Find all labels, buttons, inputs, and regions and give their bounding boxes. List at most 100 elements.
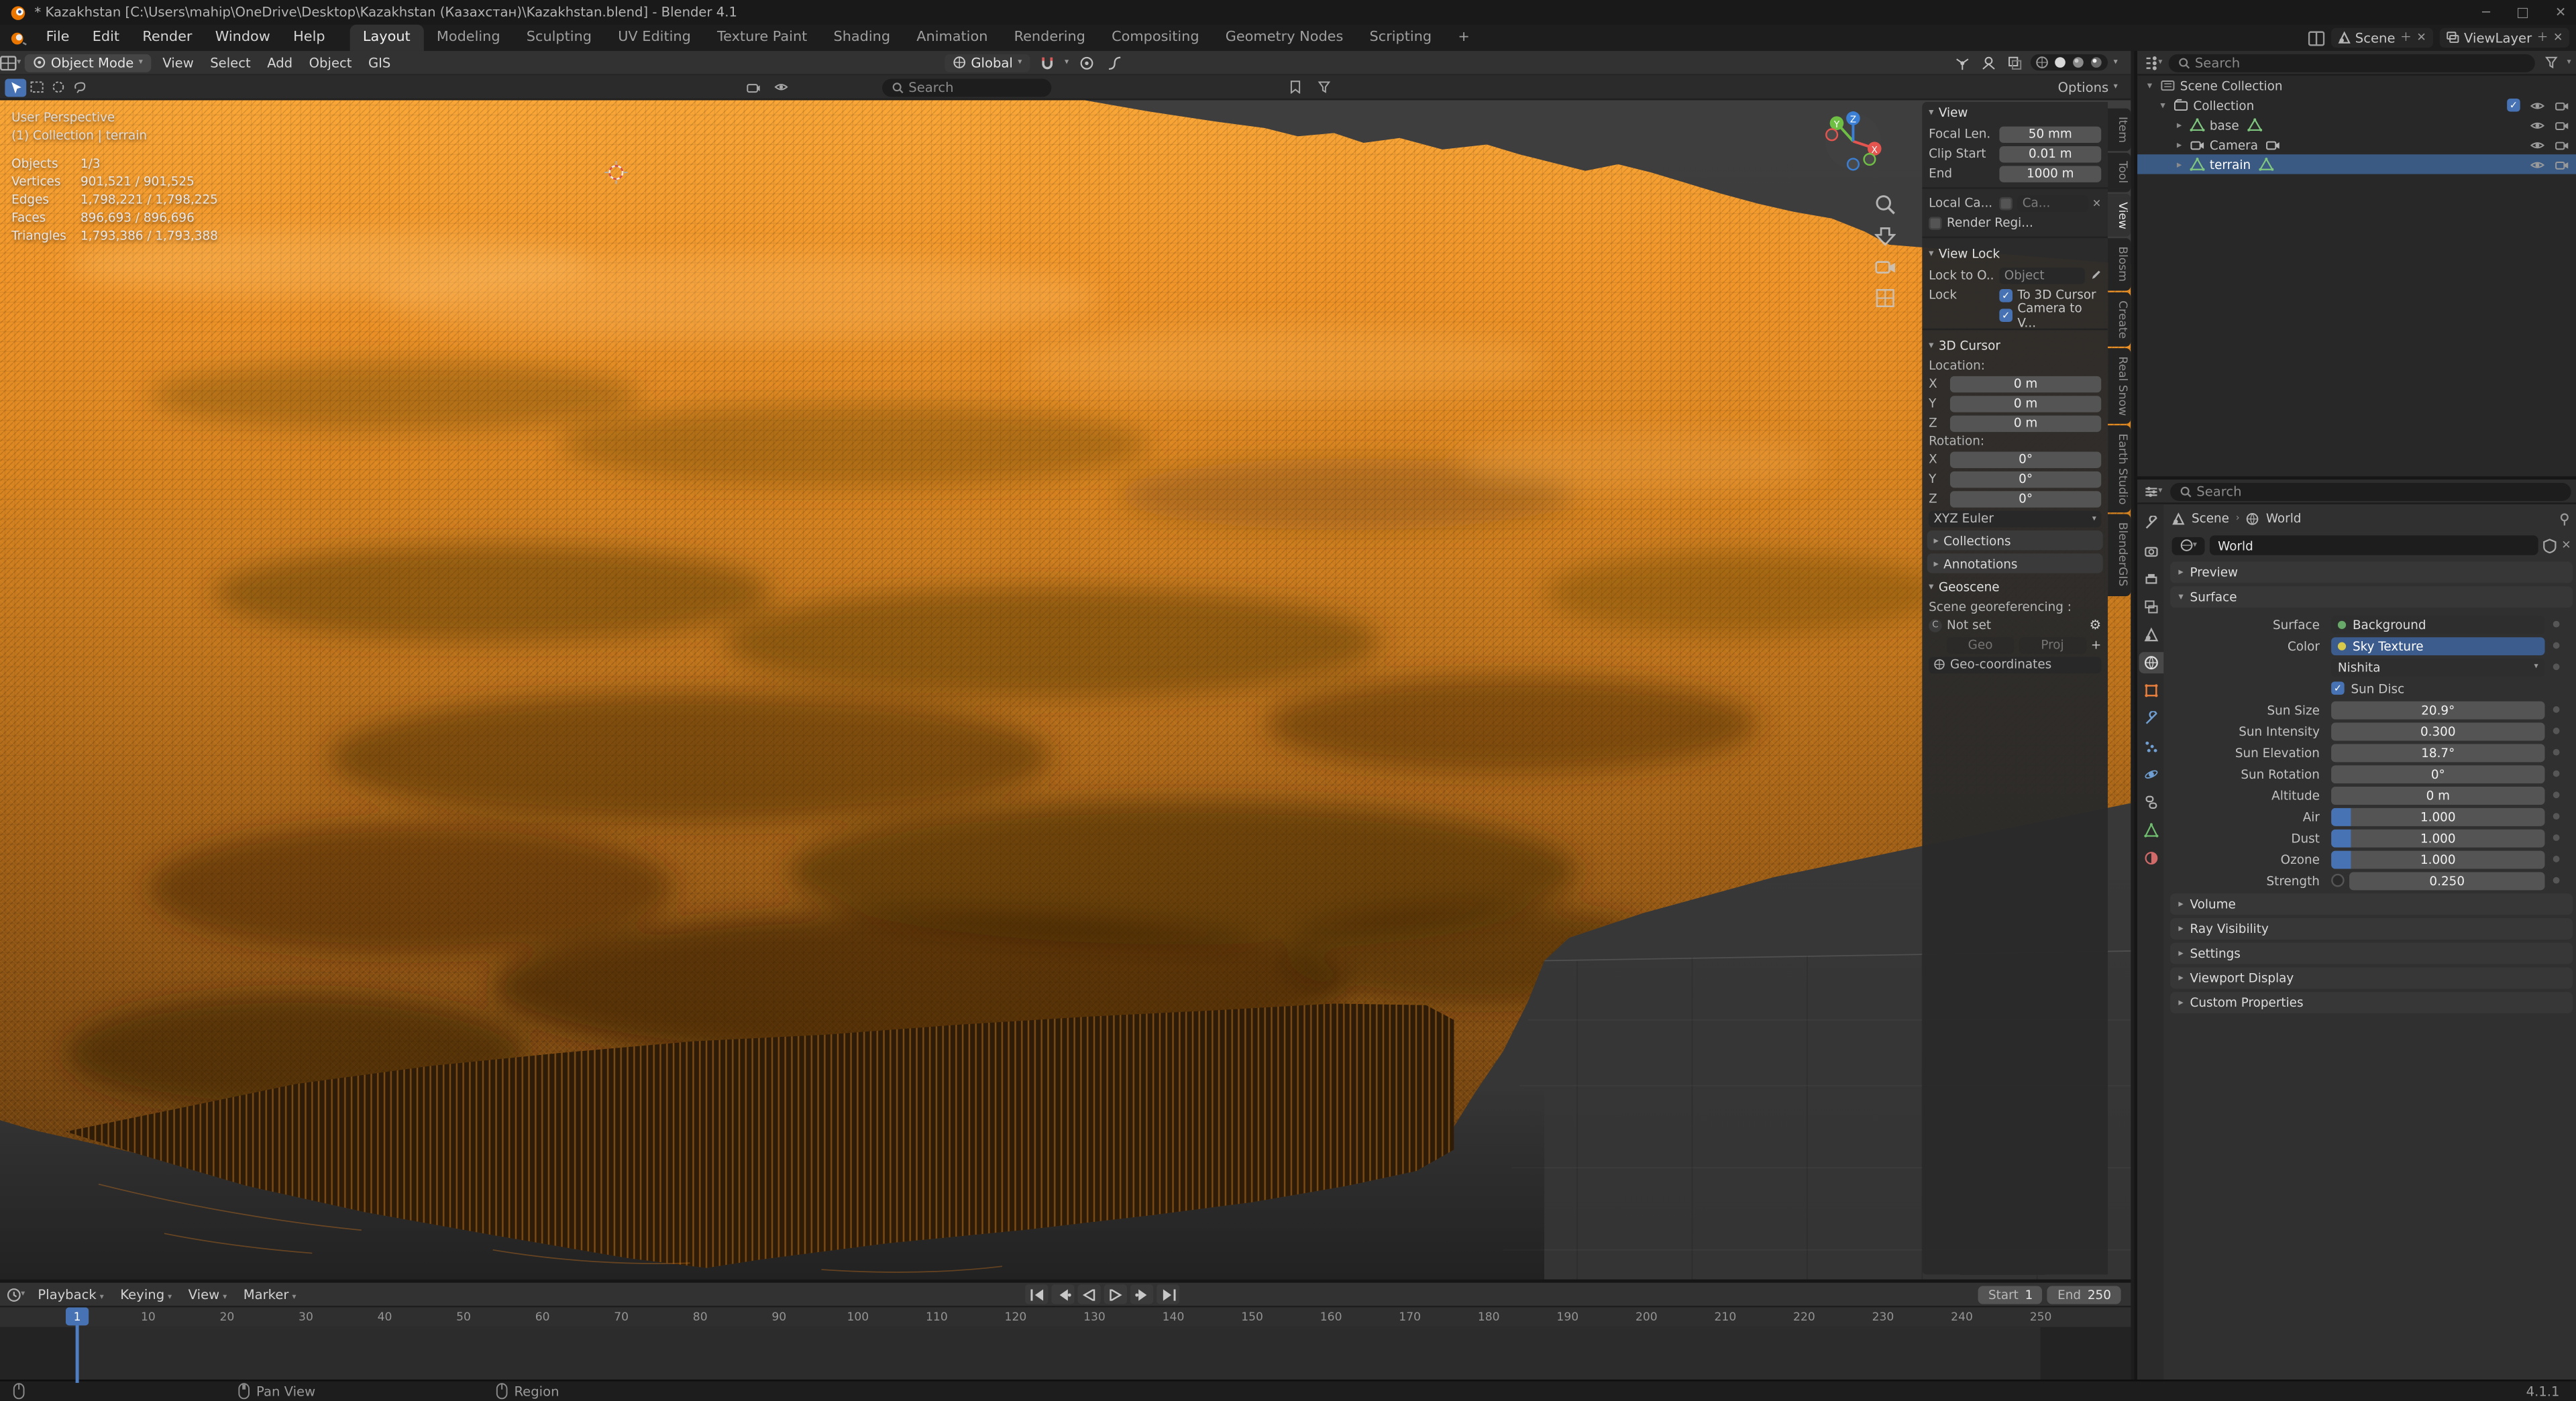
breadcrumb-scene[interactable]: Scene	[2192, 511, 2229, 526]
viewport-menu-object[interactable]: Object	[301, 55, 360, 70]
geo-coordinates-button[interactable]: Geo-coordinates	[1929, 656, 2102, 673]
prop-slider-field[interactable]: 1.000	[2331, 828, 2545, 847]
geoscene-panel-header[interactable]: ▾ Geoscene	[1922, 577, 2108, 598]
menu-render[interactable]: Render	[131, 25, 203, 51]
properties-tab-material[interactable]	[2138, 848, 2163, 869]
crs-settings-gear-icon[interactable]: ⚙	[2090, 618, 2102, 632]
remove-layer-icon[interactable]: ✕	[2553, 32, 2563, 45]
panel-header-settings[interactable]: ▸ Settings	[2170, 942, 2573, 964]
surface-shader-button[interactable]: Background	[2331, 615, 2545, 634]
decorator-dot[interactable]	[2553, 813, 2560, 820]
select-lasso-icon[interactable]	[69, 78, 91, 96]
workspace-tab-animation[interactable]: Animation	[904, 25, 1001, 51]
decorator-dot[interactable]	[2553, 706, 2560, 713]
timeline-track[interactable]	[0, 1327, 2131, 1384]
decorator-dot[interactable]	[2553, 770, 2560, 777]
outliner-row-collection[interactable]: ▾ Collection	[2137, 95, 2576, 115]
geo-button[interactable]: Geo	[1947, 636, 2015, 653]
outliner-filter-icon[interactable]	[2540, 54, 2562, 72]
properties-search-input[interactable]: Search	[2170, 482, 2571, 500]
camera-view-icon[interactable]	[1874, 256, 1896, 278]
collection-checkbox[interactable]	[2507, 98, 2520, 112]
hide-eye-icon[interactable]	[2530, 119, 2545, 131]
properties-editor-type-icon[interactable]: ▾	[2142, 482, 2163, 500]
sidebar-tab-create[interactable]: Create	[2108, 292, 2131, 347]
orientation-dropdown[interactable]: Global ▾	[945, 53, 1030, 72]
properties-tab-constraints[interactable]	[2138, 791, 2163, 813]
menu-window[interactable]: Window	[204, 25, 282, 51]
play-reverse-button[interactable]	[1077, 1284, 1101, 1304]
outliner-row-terrain[interactable]: ▸ terrain	[2137, 154, 2576, 174]
timeline-ruler[interactable]: 10 20 30 40 50 60 70 80 90 100 110 120 130 140 150 160 1…	[0, 1307, 2131, 1327]
zoom-icon[interactable]	[1874, 194, 1896, 215]
properties-tab-modifiers[interactable]	[2138, 708, 2163, 730]
jump-to-end-button[interactable]	[1157, 1284, 1180, 1304]
workspace-tab-layout[interactable]: Layout	[350, 24, 424, 51]
eyedropper-icon[interactable]	[2090, 268, 2101, 282]
xray-toggle-icon[interactable]	[2005, 54, 2027, 72]
panel-header-custom-properties[interactable]: ▸ Custom Properties	[2170, 992, 2573, 1014]
mode-dropdown[interactable]: Object Mode ▾	[24, 53, 152, 72]
frame-end-field[interactable]: End 250	[2047, 1285, 2121, 1304]
sidebar-tab-tool[interactable]: Tool	[2108, 152, 2131, 192]
panel-header-viewport-display[interactable]: ▸ Viewport Display	[2170, 967, 2573, 989]
close-button[interactable]: ✕	[2555, 5, 2566, 19]
cursor-rotation-z-field[interactable]: 0°	[1949, 490, 2102, 507]
color-source-button[interactable]: Sky Texture	[2331, 636, 2545, 655]
frame-start-field[interactable]: Start 1	[1978, 1285, 2043, 1304]
timeline-menu-keying[interactable]: Keying ▾	[112, 1287, 180, 1302]
screen-layout-icon[interactable]	[2307, 30, 2324, 46]
viewport-menu-gis[interactable]: GIS	[360, 55, 399, 70]
sky-type-dropdown[interactable]: Nishita ▾	[2331, 657, 2545, 676]
unlink-scene-icon[interactable]: ✕	[2416, 32, 2426, 45]
view-panel-header[interactable]: ▾ View	[1922, 102, 2108, 123]
outliner-search-input[interactable]: Search	[2168, 53, 2536, 72]
properties-tab-output[interactable]	[2138, 568, 2163, 590]
clip-start-field[interactable]: 0.01 m	[1999, 145, 2102, 162]
select-box-icon[interactable]	[26, 78, 48, 96]
sidebar-tab-blendergis[interactable]: BlenderGIS	[2108, 514, 2131, 596]
proportional-falloff-icon[interactable]	[1104, 54, 1125, 72]
outliner-row-scene-collection[interactable]: ▾ Scene Collection	[2137, 76, 2576, 95]
viewport-visibility-icon[interactable]	[771, 78, 792, 96]
world-name-field[interactable]: World	[2209, 535, 2538, 555]
new-scene-icon[interactable]: ＋	[2400, 30, 2412, 46]
unlink-world-icon[interactable]: ✕	[2561, 539, 2571, 552]
jump-to-start-button[interactable]	[1025, 1284, 1049, 1304]
disable-render-icon[interactable]	[2555, 99, 2569, 111]
annotations-panel-header[interactable]: ▸ Annotations	[1927, 553, 2103, 573]
panel-header-volume[interactable]: ▸ Volume	[2170, 893, 2573, 915]
cursor-location-x-field[interactable]: 0 m	[1949, 375, 2102, 392]
workspace-tab-sculpting[interactable]: Sculpting	[513, 25, 604, 51]
sidebar-tab-view[interactable]: View	[2108, 192, 2131, 237]
show-gizmo-icon[interactable]	[1953, 54, 1974, 72]
cursor-rotation-y-field[interactable]: 0°	[1949, 470, 2102, 488]
timeline-editor-type-icon[interactable]: ▾	[5, 1285, 26, 1303]
properties-tab-physics[interactable]	[2138, 764, 2163, 785]
decorator-dot[interactable]	[2553, 855, 2560, 862]
properties-tab-object[interactable]	[2138, 680, 2163, 702]
sidebar-tab-blosm[interactable]: Blosm	[2108, 238, 2131, 290]
outliner-row-base[interactable]: ▸ base	[2137, 115, 2576, 134]
disclosure-icon[interactable]: ▸	[2174, 119, 2185, 131]
scene-selector[interactable]: Scene ＋ ✕	[2330, 27, 2433, 48]
options-dropdown[interactable]: Options ▾	[2058, 80, 2118, 95]
decorator-dot[interactable]	[2553, 791, 2560, 799]
cursor-rotation-x-field[interactable]: 0°	[1949, 451, 2102, 467]
render-region-checkbox[interactable]	[1929, 216, 1942, 229]
properties-tab-world[interactable]	[2138, 652, 2163, 674]
toggle-grid-icon[interactable]	[1874, 288, 1896, 309]
properties-tab-render[interactable]	[2138, 541, 2163, 562]
decorator-dot[interactable]	[2553, 748, 2560, 756]
workspace-tab-modeling[interactable]: Modeling	[423, 25, 513, 51]
pin-icon[interactable]	[2558, 512, 2571, 525]
next-keyframe-button[interactable]	[1130, 1284, 1154, 1304]
camera-to-view-checkbox[interactable]	[1999, 308, 2013, 321]
properties-tab-tool[interactable]	[2138, 512, 2163, 534]
workspace-tab-geometry-nodes[interactable]: Geometry Nodes	[1212, 25, 1356, 51]
prop-value-field[interactable]: 18.7°	[2331, 743, 2545, 762]
disable-render-icon[interactable]	[2555, 139, 2569, 150]
snap-magnet-icon[interactable]	[1036, 54, 1058, 72]
properties-tab-particles[interactable]	[2138, 736, 2163, 757]
workspace-tab-shading[interactable]: Shading	[820, 25, 904, 51]
